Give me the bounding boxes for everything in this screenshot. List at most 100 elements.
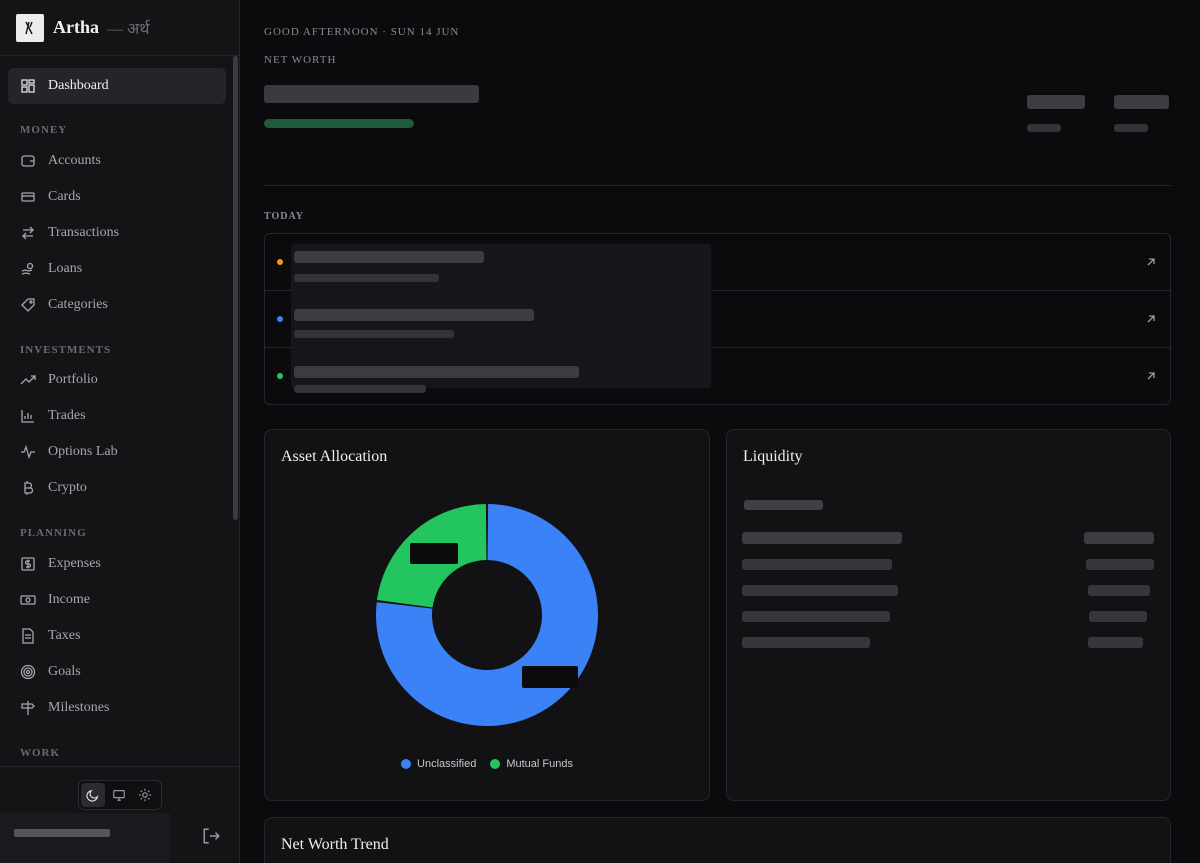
sidebar-item-goals[interactable]: Goals [8, 654, 226, 690]
chart-tooltip [410, 543, 458, 564]
liquidity-heading-placeholder [744, 500, 823, 510]
sidebar-item-label: Accounts [48, 153, 101, 168]
sidebar-item-label: Options Lab [48, 444, 118, 459]
sidebar-item-transactions[interactable]: Transactions [8, 215, 226, 251]
status-dot [277, 259, 283, 265]
credit-card-icon [21, 192, 35, 202]
sidebar-item-label: Trades [48, 408, 86, 423]
brand-name: Artha [53, 17, 99, 37]
sidebar-item-label: Crypto [48, 480, 87, 495]
theme-system-button[interactable] [107, 783, 131, 807]
sidebar-item-label: Cards [48, 189, 81, 204]
arrow-up-right-icon[interactable] [1145, 313, 1157, 325]
sidebar-item-label: Transactions [48, 225, 120, 240]
sidebar-item-options-lab[interactable]: Options Lab [8, 434, 226, 470]
theme-light-button[interactable] [133, 783, 157, 807]
section-divider [264, 185, 1171, 186]
sidebar-item-cards[interactable]: Cards [8, 179, 226, 215]
chart-legend: Unclassified Mutual Funds [265, 758, 709, 770]
liquidity-row-label-placeholder [742, 611, 890, 622]
liquidity-row-value-placeholder [1086, 559, 1154, 570]
liquidity-row-label-placeholder [742, 532, 902, 544]
sidebar-item-loans[interactable]: Loans [8, 251, 226, 287]
sidebar-item-taxes[interactable]: Taxes [8, 618, 226, 654]
sidebar-item-label: Categories [48, 297, 108, 312]
liquidity-row-label-placeholder [742, 637, 870, 648]
arrow-up-right-icon[interactable] [1145, 370, 1157, 382]
stat-value-placeholder [1114, 95, 1169, 109]
sidebar-item-dashboard[interactable]: Dashboard [8, 68, 226, 104]
bitcoin-icon [24, 481, 34, 495]
activity-icon [21, 445, 35, 459]
card-title: Net Worth Trend [281, 836, 389, 853]
sidebar-item-income[interactable]: Income [8, 582, 226, 618]
sidebar-item-label: Portfolio [48, 372, 98, 387]
logo-icon [16, 13, 44, 42]
sidebar-item-label: Expenses [48, 556, 101, 571]
sidebar-nav: Dashboard MONEY Accounts Cards Transacti… [0, 56, 233, 766]
sidebar-scrollbar[interactable] [233, 56, 238, 520]
user-name-placeholder [14, 829, 110, 837]
brand-subtitle: — अर्थ [107, 20, 150, 38]
legend-item-unclassified[interactable]: Unclassified [401, 758, 476, 770]
brand[interactable]: Artha — अर्थ [0, 0, 239, 56]
banknote-icon [20, 595, 36, 605]
item-subtitle-placeholder [294, 274, 439, 282]
sidebar-item-trades[interactable]: Trades [8, 398, 226, 434]
user-profile[interactable] [0, 813, 170, 863]
item-subtitle-placeholder [294, 330, 454, 338]
logout-icon[interactable] [202, 827, 220, 845]
liquidity-row-value-placeholder [1089, 611, 1147, 622]
sidebar-footer [0, 766, 239, 863]
donut-chart [376, 504, 598, 726]
section-money: MONEY [20, 124, 68, 136]
card-title: Liquidity [743, 448, 803, 465]
sidebar-item-expenses[interactable]: Expenses [8, 546, 226, 582]
monitor-icon [113, 790, 125, 801]
arrow-up-right-icon[interactable] [1145, 256, 1157, 268]
hand-coins-icon [21, 262, 34, 275]
status-dot [277, 316, 283, 322]
sidebar: Artha — अर्थ Dashboard MONEY Accounts Ca… [0, 0, 240, 863]
greeting: GOOD AFTERNOON · SUN 14 JUN [264, 26, 460, 38]
item-subtitle-placeholder [294, 385, 426, 393]
liquidity-row-value-placeholder [1088, 637, 1143, 648]
item-title-placeholder [294, 309, 534, 321]
dashboard-icon [21, 79, 35, 93]
sidebar-item-portfolio[interactable]: Portfolio [8, 362, 226, 398]
trending-up-icon [20, 375, 36, 385]
sidebar-item-categories[interactable]: Categories [8, 287, 226, 323]
sidebar-item-label: Milestones [48, 700, 110, 715]
item-title-placeholder [294, 366, 579, 378]
theme-toggle [78, 780, 162, 810]
arrows-swap-icon [22, 226, 34, 240]
legend-swatch [401, 759, 412, 769]
legend-swatch [490, 759, 501, 769]
sidebar-item-accounts[interactable]: Accounts [8, 143, 226, 179]
tag-icon [21, 298, 35, 312]
sidebar-item-milestones[interactable]: Milestones [8, 690, 226, 726]
net-worth-trend-card: Net Worth Trend [264, 817, 1171, 863]
net-worth-value-placeholder [264, 85, 479, 103]
main-content: GOOD AFTERNOON · SUN 14 JUN NET WORTH TO… [240, 0, 1200, 863]
theme-dark-button[interactable] [81, 783, 105, 807]
liquidity-row-value-placeholder [1084, 532, 1154, 544]
sidebar-item-label: Goals [48, 664, 81, 679]
net-worth-label: NET WORTH [264, 54, 337, 66]
stat-label-placeholder [1027, 124, 1061, 132]
today-label: TODAY [264, 211, 305, 222]
sidebar-item-crypto[interactable]: Crypto [8, 470, 226, 506]
liquidity-row-label-placeholder [742, 585, 898, 596]
sidebar-item-label: Dashboard [48, 78, 109, 93]
section-investments: INVESTMENTS [20, 344, 112, 356]
today-list [264, 233, 1171, 405]
chart-tooltip [522, 666, 578, 688]
item-title-placeholder [294, 251, 484, 263]
sidebar-item-label: Loans [48, 261, 83, 276]
stat-label-placeholder [1114, 124, 1148, 132]
legend-item-mutual-funds[interactable]: Mutual Funds [490, 758, 573, 770]
stat-value-placeholder [1027, 95, 1085, 109]
signpost-icon [21, 701, 35, 715]
target-icon [20, 664, 36, 680]
sun-icon [138, 788, 152, 802]
